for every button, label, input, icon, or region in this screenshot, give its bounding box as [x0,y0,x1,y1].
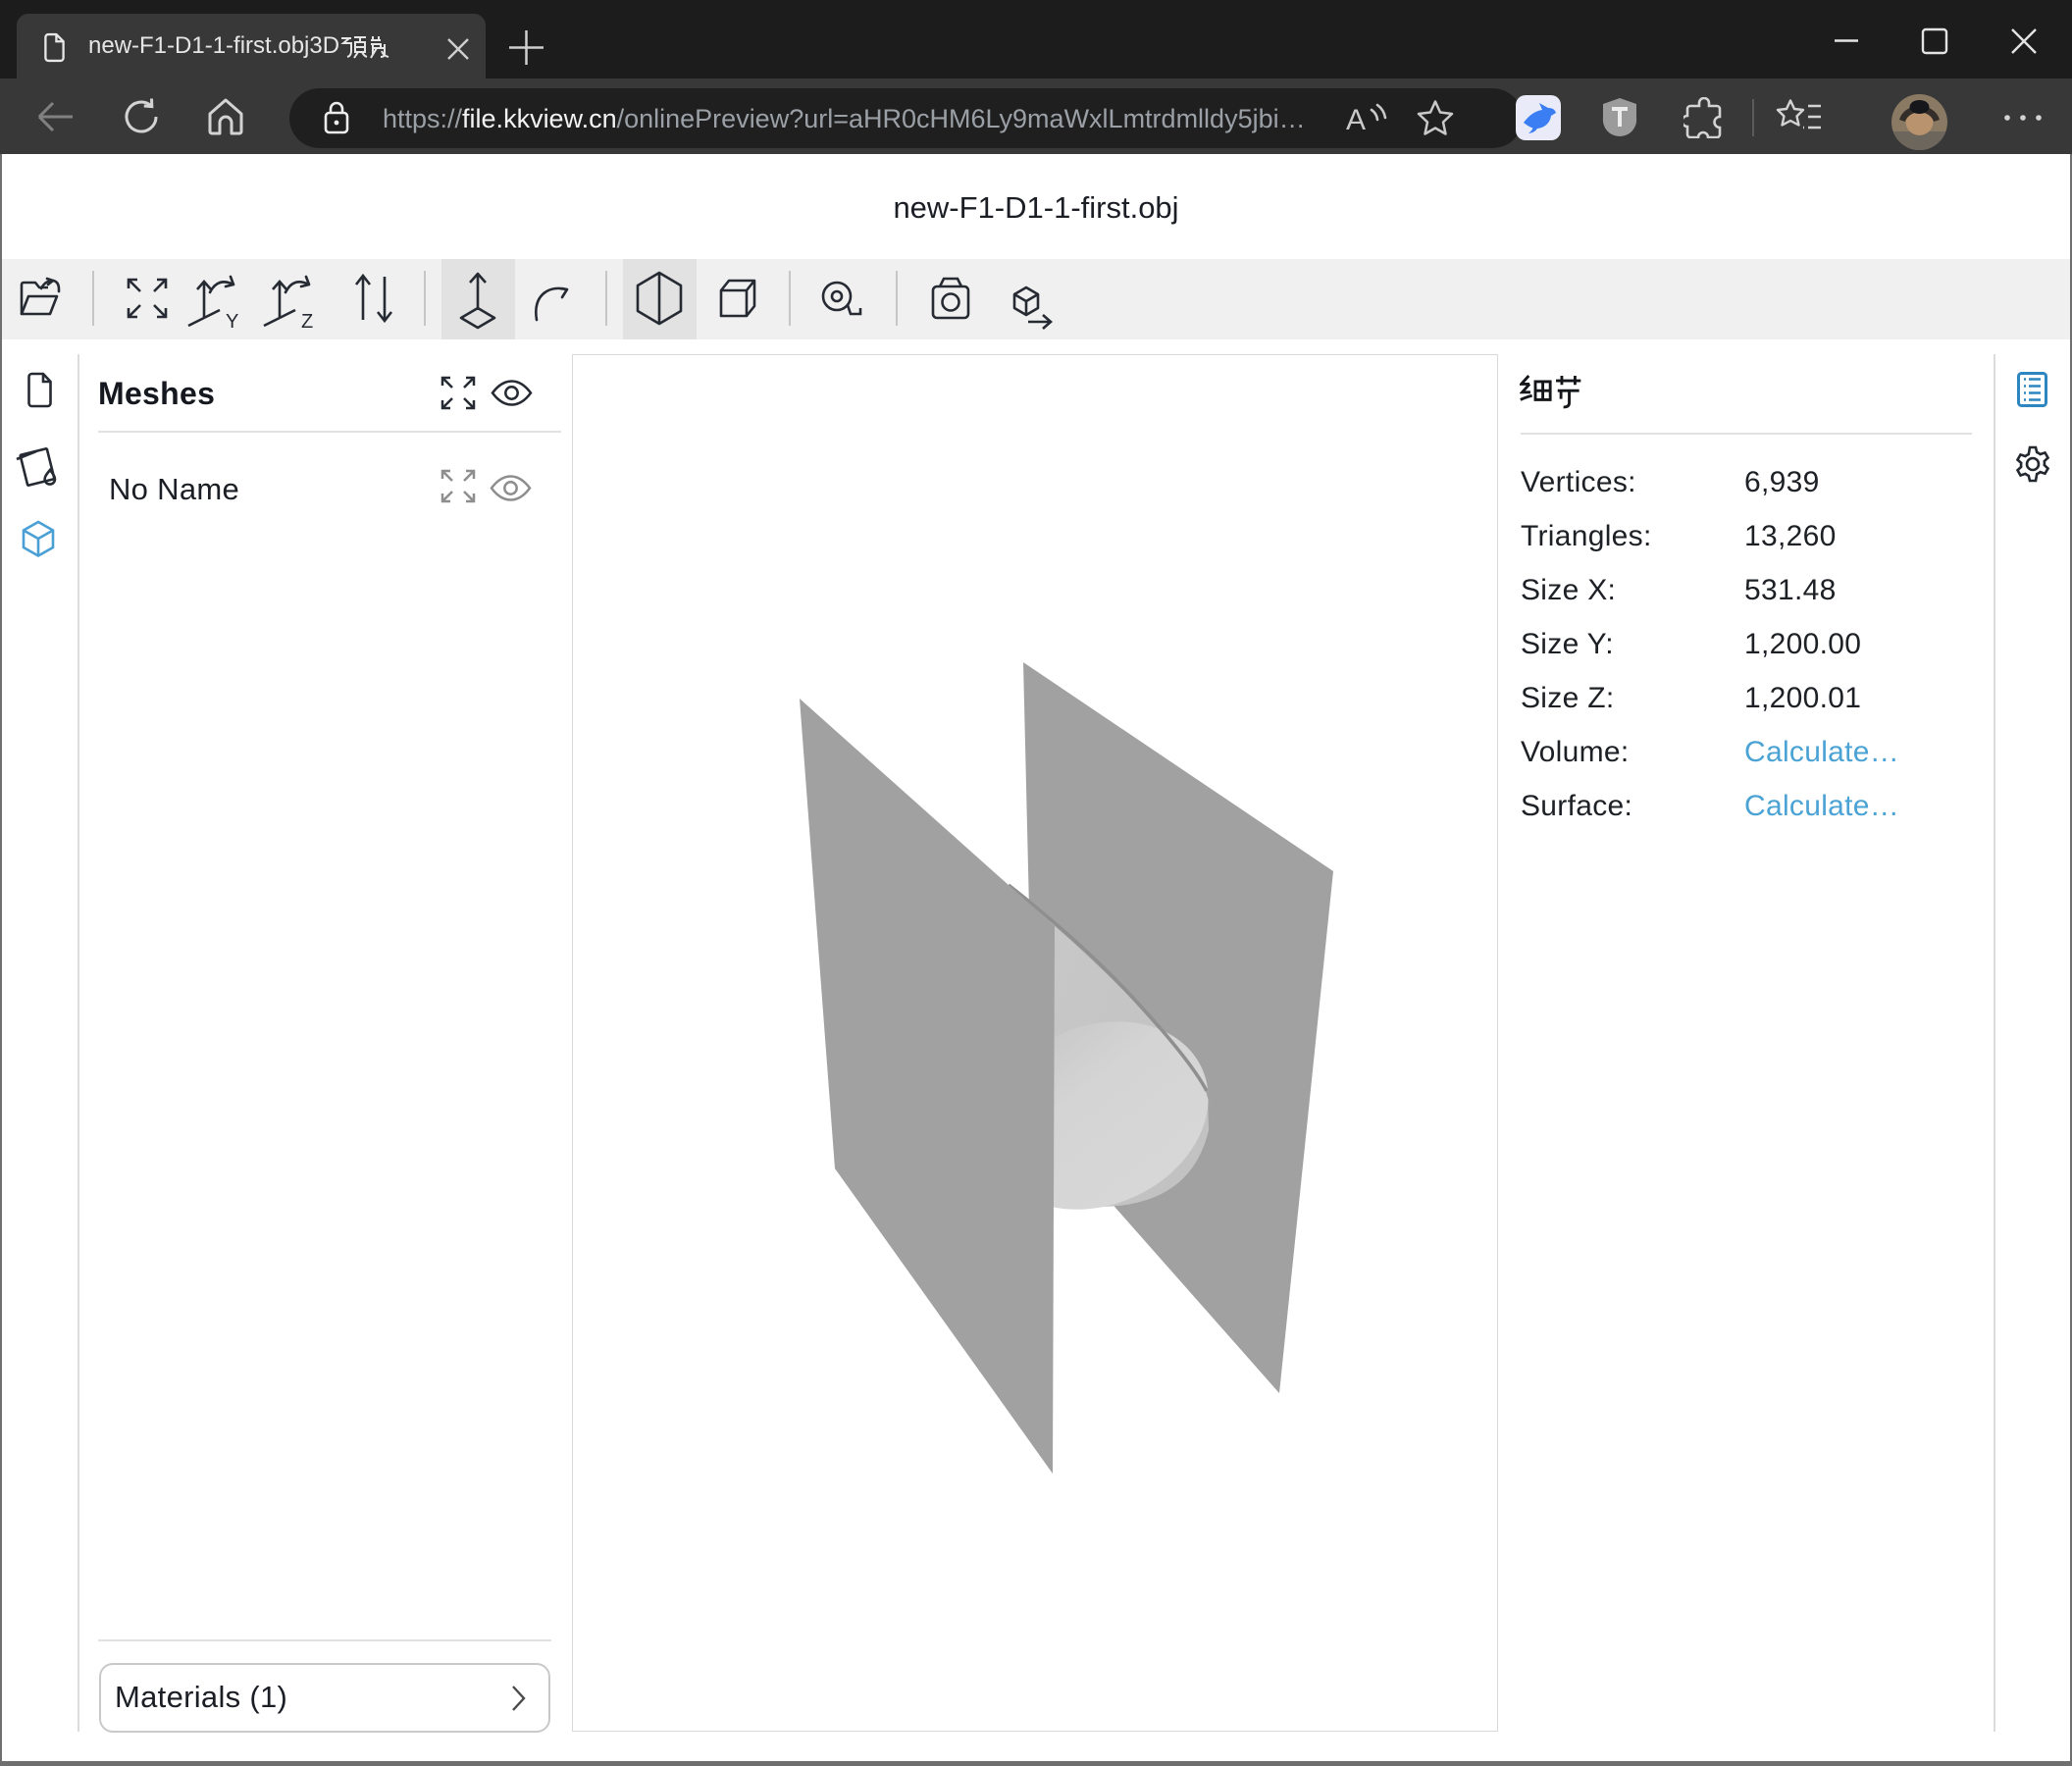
svg-text:A: A [1346,104,1366,136]
svg-text:Y: Y [226,311,238,333]
svg-text:Z: Z [301,311,313,333]
